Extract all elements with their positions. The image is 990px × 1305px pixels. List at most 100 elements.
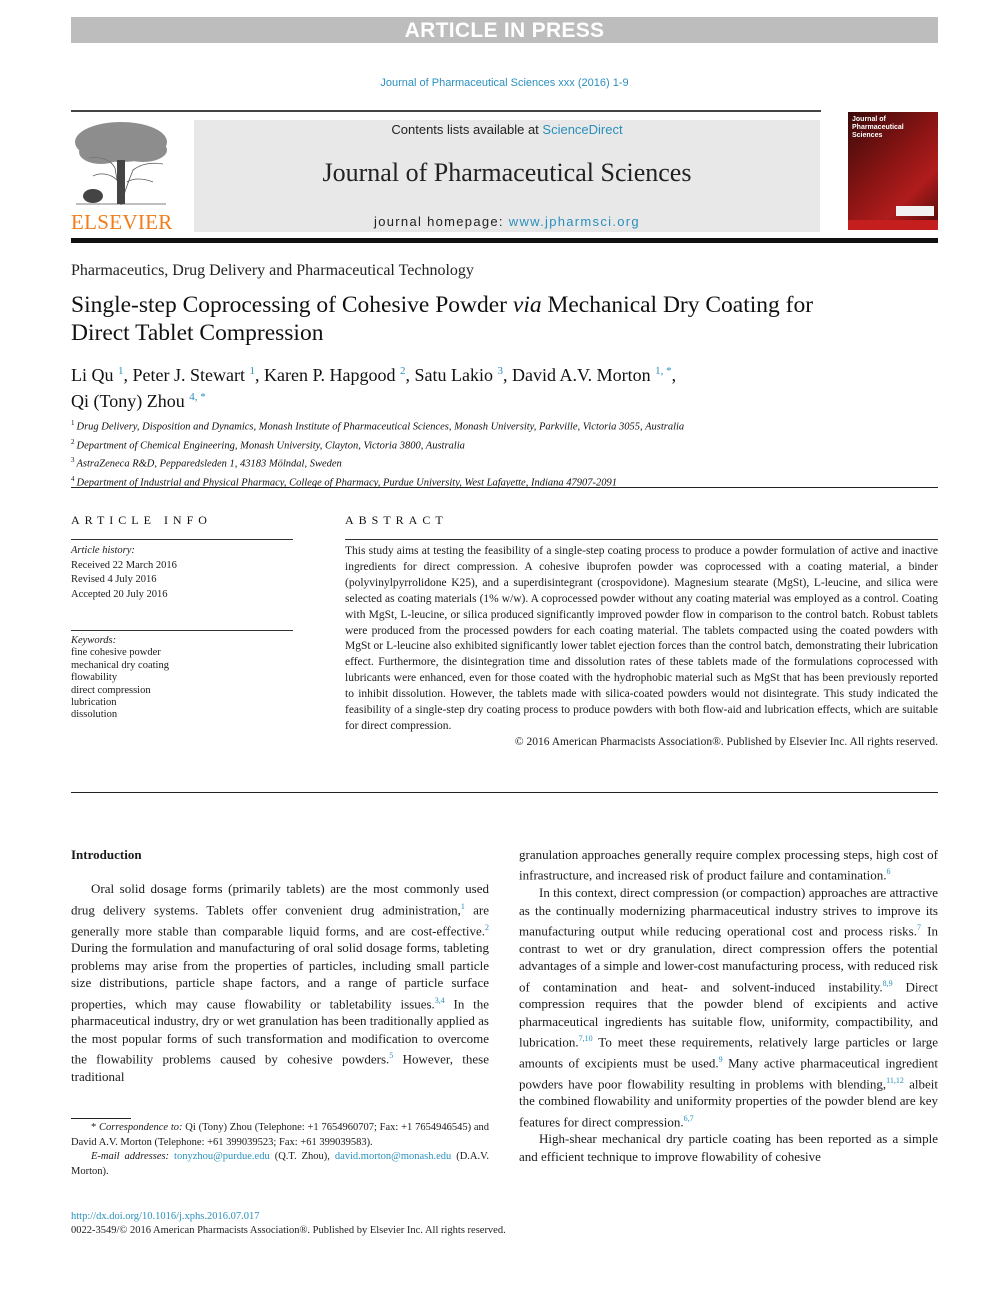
article-info-heading: ARTICLE INFO bbox=[71, 513, 212, 527]
citation-ref-link[interactable]: 3,4 bbox=[435, 996, 445, 1005]
abstract-heading: ABSTRACT bbox=[345, 513, 448, 527]
citation-ref-link[interactable]: 2 bbox=[485, 923, 489, 932]
article-section-label: Pharmaceutics, Drug Delivery and Pharmac… bbox=[71, 262, 474, 279]
author-name[interactable]: Karen P. Hapgood bbox=[264, 365, 395, 385]
affiliation-number: 2 bbox=[71, 437, 75, 446]
divider-rule bbox=[71, 630, 293, 631]
cover-publisher-badge bbox=[896, 206, 934, 216]
email-link[interactable]: tonyzhou@purdue.edu bbox=[174, 1151, 270, 1162]
footnote-rule bbox=[71, 1118, 131, 1119]
keywords: Keywords: fine cohesive powder mechanica… bbox=[71, 635, 293, 722]
journal-citation-link[interactable]: Journal of Pharmaceutical Sciences xxx (… bbox=[71, 77, 938, 89]
history-item: Received 22 March 2016 bbox=[71, 559, 177, 571]
article-history: Article history: Received 22 March 2016 … bbox=[71, 544, 293, 602]
affiliation-number: 4 bbox=[71, 474, 75, 483]
citation-ref-link[interactable]: 7,10 bbox=[579, 1034, 593, 1043]
cover-title-line: Pharmaceutical bbox=[852, 124, 904, 131]
journal-header-box: Contents lists available at ScienceDirec… bbox=[194, 120, 820, 232]
header-top-rule bbox=[71, 110, 821, 112]
body-text: During the formulation and manufacturing… bbox=[71, 940, 489, 1011]
keyword-item: dissolution bbox=[71, 709, 118, 721]
affiliation-text: Department of Chemical Engineering, Mona… bbox=[76, 440, 465, 451]
keyword-item: direct compression bbox=[71, 684, 151, 696]
keyword-item: fine cohesive powder bbox=[71, 647, 161, 659]
affiliation-text: AstraZeneca R&D, Pepparedsleden 1, 43183… bbox=[76, 458, 342, 470]
sciencedirect-link[interactable]: ScienceDirect bbox=[542, 122, 622, 137]
introduction-heading: Introduction bbox=[71, 847, 142, 862]
contents-available-line: Contents lists available at ScienceDirec… bbox=[194, 122, 820, 137]
affiliation-item: 2 Department of Chemical Engineering, Mon… bbox=[71, 435, 938, 454]
author-name[interactable]: Satu Lakio bbox=[414, 365, 493, 385]
elsevier-logo[interactable]: ELSEVIER bbox=[71, 120, 173, 234]
divider-rule bbox=[71, 539, 293, 540]
contents-prefix: Contents lists available at bbox=[391, 122, 543, 137]
author-name[interactable]: David A.V. Morton bbox=[512, 365, 651, 385]
article-title: Single-step Coprocessing of Cohesive Pow… bbox=[71, 291, 831, 347]
author-name[interactable]: Qi (Tony) Zhou bbox=[71, 391, 185, 411]
affiliation-ref[interactable]: 3 bbox=[497, 365, 503, 377]
affiliation-item: 1 Drug Delivery, Disposition and Dynamics… bbox=[71, 416, 938, 435]
cover-title-line: Journal of bbox=[852, 116, 886, 123]
citation-ref-link[interactable]: 6 bbox=[886, 867, 890, 876]
abstract-paragraph: This study aims at testing the feasibili… bbox=[345, 545, 938, 732]
article-in-press-banner: ARTICLE IN PRESS bbox=[71, 17, 938, 43]
affiliation-ref[interactable]: 1 bbox=[118, 365, 124, 377]
abstract-body: This study aims at testing the feasibili… bbox=[345, 544, 938, 751]
correspondence-line: * Correspondence to: Qi (Tony) Zhou (Tel… bbox=[71, 1121, 489, 1150]
divider-rule bbox=[71, 487, 938, 488]
body-paragraph: Oral solid dosage forms (primarily table… bbox=[71, 880, 489, 1085]
abstract-copyright: © 2016 American Pharmacists Association®… bbox=[514, 735, 938, 748]
keyword-item: flowability bbox=[71, 672, 118, 684]
body-text: High-shear mechanical dry particle coati… bbox=[519, 1131, 938, 1164]
body-paragraph: High-shear mechanical dry particle coati… bbox=[519, 1130, 938, 1165]
affiliation-ref[interactable]: 1 bbox=[249, 365, 255, 377]
history-label: Article history: bbox=[71, 545, 135, 556]
affiliation-item: 3 AstraZeneca R&D, Pepparedsleden 1, 4318… bbox=[71, 453, 938, 472]
affiliation-number: 3 bbox=[71, 456, 75, 464]
body-column-right: granulation approaches generally require… bbox=[519, 846, 938, 1165]
body-paragraph: granulation approaches generally require… bbox=[519, 846, 938, 884]
keywords-label: Keywords: bbox=[71, 635, 117, 646]
correspondence-footnote: * Correspondence to: Qi (Tony) Zhou (Tel… bbox=[71, 1121, 489, 1179]
history-item: Accepted 20 July 2016 bbox=[71, 588, 168, 600]
doi-link[interactable]: http://dx.doi.org/10.1016/j.xphs.2016.07… bbox=[71, 1211, 260, 1222]
cover-title: Journal of Pharmaceutical Sciences bbox=[852, 116, 904, 140]
author-name[interactable]: Li Qu bbox=[71, 365, 114, 385]
title-italic-text: via bbox=[512, 292, 542, 318]
correspondence-label: Correspondence to: bbox=[99, 1122, 183, 1133]
asterisk-marker: * bbox=[91, 1122, 100, 1133]
cover-bottom-band bbox=[848, 220, 938, 230]
affiliation-ref[interactable]: 4, * bbox=[189, 391, 206, 403]
journal-homepage-link[interactable]: www.jpharmsci.org bbox=[509, 214, 640, 229]
affiliation-ref[interactable]: 2 bbox=[400, 365, 406, 377]
header-thick-rule bbox=[71, 238, 938, 243]
body-text: In this context, direct compression (or … bbox=[519, 885, 938, 939]
keyword-item: lubrication bbox=[71, 697, 117, 709]
journal-title: Journal of Pharmaceutical Sciences bbox=[322, 158, 692, 187]
email-owner: (Q.T. Zhou), bbox=[269, 1151, 335, 1162]
divider-rule bbox=[71, 792, 938, 793]
journal-cover-image[interactable]: Journal of Pharmaceutical Sciences bbox=[848, 112, 938, 230]
homepage-prefix: journal homepage: bbox=[374, 214, 509, 229]
affiliation-ref[interactable]: 1, * bbox=[655, 365, 672, 377]
elsevier-wordmark: ELSEVIER bbox=[71, 210, 173, 234]
divider-rule bbox=[345, 539, 938, 540]
email-link[interactable]: david.morton@monash.edu bbox=[335, 1151, 451, 1162]
body-paragraph: In this context, direct compression (or … bbox=[519, 884, 938, 1130]
citation-ref-link[interactable]: 8,9 bbox=[883, 979, 893, 988]
issn-copyright-line: 0022-3549/© 2016 American Pharmacists As… bbox=[71, 1225, 506, 1236]
body-text: Oral solid dosage forms (primarily table… bbox=[71, 881, 489, 918]
author-list: Li Qu 1, Peter J. Stewart 1, Karen P. Ha… bbox=[71, 365, 677, 411]
citation-ref-link[interactable]: 6,7 bbox=[684, 1114, 694, 1123]
body-column-left: Introduction Oral solid dosage forms (pr… bbox=[71, 846, 489, 1085]
email-label: E-mail addresses: bbox=[91, 1151, 170, 1162]
title-text: Single-step Coprocessing of Cohesive Pow… bbox=[71, 292, 513, 318]
body-text: granulation approaches generally require… bbox=[519, 847, 938, 883]
affiliation-text: Drug Delivery, Disposition and Dynamics,… bbox=[76, 421, 685, 433]
author-name[interactable]: Peter J. Stewart bbox=[133, 365, 245, 385]
journal-homepage-line: journal homepage: www.jpharmsci.org bbox=[194, 214, 820, 229]
keyword-item: mechanical dry coating bbox=[71, 659, 169, 671]
history-item: Revised 4 July 2016 bbox=[71, 574, 157, 585]
citation-ref-link[interactable]: 11,12 bbox=[886, 1076, 904, 1085]
cover-title-line: Sciences bbox=[852, 132, 883, 139]
